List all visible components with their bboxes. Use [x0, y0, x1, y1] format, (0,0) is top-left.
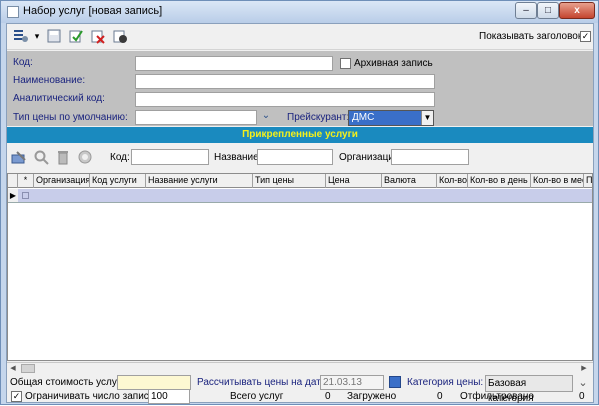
archive-checkbox[interactable] — [340, 58, 351, 69]
code-input[interactable] — [135, 56, 333, 71]
horizontal-scrollbar[interactable]: ◀ ▶ — [7, 362, 593, 374]
settings-list-icon[interactable] — [10, 27, 32, 45]
cancel-icon[interactable] — [111, 27, 129, 45]
limit-records-input[interactable]: 100 — [148, 389, 190, 404]
filter-bar: Код: Название: Организация: — [7, 144, 593, 170]
price-category-select[interactable]: Базовая категория — [485, 375, 573, 404]
limit-records-label: Ограничивать число записей: — [25, 391, 163, 402]
chevron-down-icon[interactable]: ⌄ — [575, 376, 591, 390]
loaded-label: Загружено — [347, 391, 397, 402]
title-bar: Набор услуг [новая запись] – □ x — [1, 1, 598, 23]
chevron-down-icon[interactable]: ⌄ — [259, 110, 273, 125]
total-services-value: 0 — [325, 391, 331, 402]
refresh-icon[interactable] — [76, 148, 94, 166]
price-type-input[interactable] — [135, 110, 257, 125]
window-icon — [7, 6, 19, 18]
column-header[interactable]: П — [584, 174, 592, 188]
filter-name-label: Название: — [214, 152, 262, 163]
analytic-code-input[interactable] — [135, 92, 435, 107]
search-icon[interactable] — [32, 148, 50, 166]
maximize-button[interactable]: □ — [537, 2, 559, 19]
footer-panel: Общая стоимость услуг : Рассчитывать цен… — [7, 374, 593, 404]
column-header[interactable]: Тип цены — [253, 174, 326, 188]
row-checkbox[interactable] — [22, 192, 29, 199]
row-indicator-column — [8, 174, 18, 188]
delete-icon[interactable] — [89, 27, 107, 45]
filter-code-input[interactable] — [131, 149, 209, 165]
minimize-button[interactable]: – — [515, 2, 537, 19]
filter-org-input[interactable] — [391, 149, 469, 165]
show-header-checkbox[interactable]: ✓ — [580, 31, 591, 42]
name-label: Наименование: — [13, 75, 86, 86]
column-header[interactable]: * — [18, 174, 34, 188]
price-list-label: Прейскурант: — [287, 112, 350, 123]
limit-records-checkbox[interactable]: ✓ — [11, 391, 22, 402]
record-form: Код: Архивная запись Наименование: Анали… — [7, 51, 593, 126]
client-area: ▾ Показывать заголовок ✓ Код: Архивная з… — [6, 23, 594, 404]
edit-icon[interactable] — [10, 148, 28, 166]
window-title: Набор услуг [новая запись] — [23, 5, 163, 17]
scroll-left-icon[interactable]: ◀ — [8, 364, 18, 373]
application-window: Набор услуг [новая запись] – □ x ▾ Показ… — [0, 0, 599, 405]
filtered-label: Отфильтровано — [460, 391, 534, 402]
check-icon[interactable] — [67, 27, 85, 45]
price-list-select[interactable]: ДМС ▼ — [348, 110, 434, 126]
loaded-value: 0 — [437, 391, 443, 402]
column-header[interactable]: Кол-во — [437, 174, 468, 188]
close-button[interactable]: x — [559, 2, 595, 19]
row-marker-icon: ▶ — [8, 189, 18, 202]
price-category-label: Категория цены: — [407, 377, 484, 388]
total-cost-label: Общая стоимость услуг : — [10, 377, 127, 388]
chevron-down-icon[interactable]: ▾ — [32, 27, 42, 45]
filtered-value: 0 — [579, 391, 585, 402]
name-input[interactable] — [135, 74, 435, 89]
filter-name-input[interactable] — [257, 149, 333, 165]
column-header[interactable]: Название услуги — [146, 174, 253, 188]
column-header[interactable]: Кол-во в мес — [531, 174, 584, 188]
price-type-label: Тип цены по умолчанию: — [13, 112, 128, 123]
services-grid: * Организация Код услуги Название услуги… — [7, 173, 593, 361]
column-header[interactable]: Валюта — [382, 174, 437, 188]
save-icon[interactable] — [45, 27, 63, 45]
grid-header: * Организация Код услуги Название услуги… — [8, 174, 592, 188]
column-header[interactable]: Код услуги — [90, 174, 146, 188]
total-cost-value — [117, 375, 191, 390]
toolbar: ▾ Показывать заголовок ✓ — [7, 24, 593, 50]
column-header[interactable]: Организация — [34, 174, 90, 188]
calc-date-label: Рассчитывать цены на дату: — [197, 377, 329, 388]
calendar-icon[interactable] — [389, 376, 401, 388]
scroll-right-icon[interactable]: ▶ — [579, 364, 589, 373]
trash-icon[interactable] — [54, 148, 72, 166]
archive-label: Архивная запись — [354, 58, 433, 69]
column-header[interactable]: Кол-во в день — [468, 174, 531, 188]
filter-code-label: Код: — [110, 152, 130, 163]
scroll-thumb[interactable] — [21, 364, 35, 373]
code-label: Код: — [13, 57, 33, 68]
table-row[interactable]: ▶ — [8, 189, 592, 203]
calc-date-input[interactable]: 21.03.13 — [320, 375, 384, 390]
column-header[interactable]: Цена — [326, 174, 382, 188]
analytic-code-label: Аналитический код: — [13, 93, 105, 104]
total-services-label: Всего услуг — [230, 391, 284, 402]
dropdown-arrow-icon[interactable]: ▼ — [421, 111, 433, 125]
attached-services-header: Прикрепленные услуги — [7, 127, 593, 143]
show-header-label: Показывать заголовок — [479, 31, 583, 42]
price-list-value: ДМС — [352, 112, 375, 123]
